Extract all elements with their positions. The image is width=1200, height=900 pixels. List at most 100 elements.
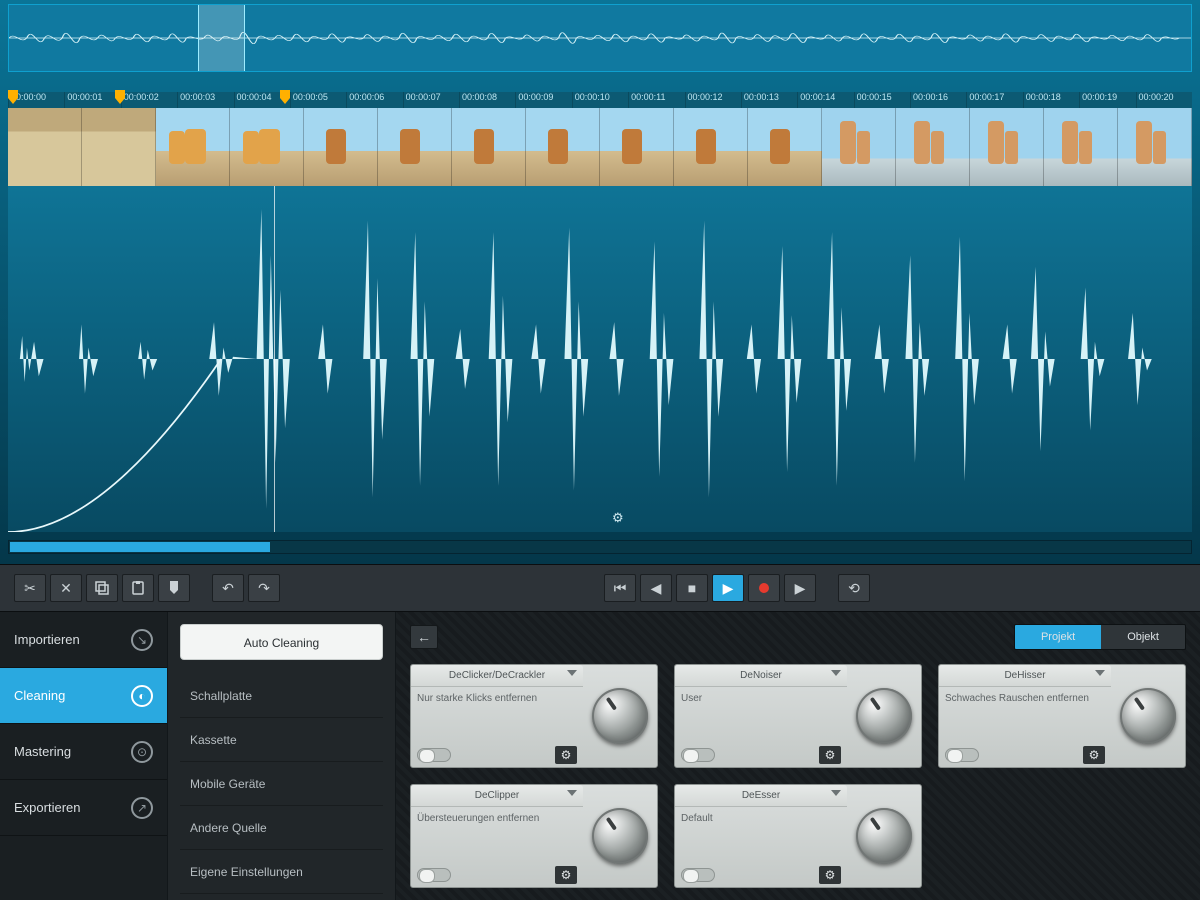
module-knob[interactable] xyxy=(856,808,912,864)
module-knob[interactable] xyxy=(592,688,648,744)
module-title-dropdown[interactable]: DeNoiser xyxy=(675,665,847,687)
module-knob[interactable] xyxy=(856,688,912,744)
play-button[interactable]: ▶ xyxy=(712,574,744,602)
import-icon: ↘ xyxy=(131,629,153,651)
video-thumb xyxy=(82,108,156,186)
overview-waveform[interactable] xyxy=(8,4,1192,72)
preset-andere-quelle[interactable]: Andere Quelle xyxy=(180,806,383,850)
video-thumbnail-track[interactable] xyxy=(8,108,1192,186)
module-enable-toggle[interactable] xyxy=(681,748,715,762)
copy-button[interactable] xyxy=(86,574,118,602)
tab-objekt[interactable]: Objekt xyxy=(1101,625,1185,649)
sidebar-item-label: Importieren xyxy=(14,632,80,647)
clean-icon: ◐ xyxy=(131,685,153,707)
module-title-dropdown[interactable]: DeClicker/DeCrackler xyxy=(411,665,583,687)
sidebar-item-import[interactable]: Importieren ↘ xyxy=(0,612,167,668)
marker-button[interactable] xyxy=(158,574,190,602)
module-preset-label: User xyxy=(681,687,841,745)
overview-selection[interactable] xyxy=(198,5,245,71)
preset-eigene-einstellungen[interactable]: Eigene Einstellungen xyxy=(180,850,383,894)
module-enable-toggle[interactable] xyxy=(417,748,451,762)
playhead-cursor[interactable] xyxy=(274,186,275,532)
module-title-dropdown[interactable]: DeHisser xyxy=(939,665,1111,687)
module-preset-label: Default xyxy=(681,807,841,865)
chevron-down-icon xyxy=(831,670,841,676)
ruler-tick: 00:00:07 xyxy=(403,92,459,108)
sidebar-item-label: Exportieren xyxy=(14,800,80,815)
ruler-tick: 00:00:09 xyxy=(515,92,571,108)
step-forward-button[interactable]: ▶ xyxy=(784,574,816,602)
step-back-button[interactable]: ◀ xyxy=(640,574,672,602)
module-enable-toggle[interactable] xyxy=(417,868,451,882)
module-settings-button[interactable]: ⚙ xyxy=(555,866,577,884)
cleaning-presets: Auto Cleaning Schallplatte Kassette Mobi… xyxy=(168,612,396,900)
video-thumb xyxy=(304,108,378,186)
scroll-thumb[interactable] xyxy=(10,542,270,552)
prev-marker-button[interactable]: ⏮ xyxy=(604,574,636,602)
loop-button[interactable]: ⟲ xyxy=(838,574,870,602)
preset-schallplatte[interactable]: Schallplatte xyxy=(180,674,383,718)
master-icon: ⊙ xyxy=(131,741,153,763)
main-toolbar: ✂ ✕ ↶ ↷ ⏮ ◀ ■ ▶ ▶ ⟲ xyxy=(0,564,1200,612)
video-thumb xyxy=(452,108,526,186)
module-title: DeClicker/DeCrackler xyxy=(449,670,545,681)
ruler-tick: 00:00:16 xyxy=(910,92,966,108)
editor-area: 00:00:00 00:00:01 00:00:02 00:00:03 00:0… xyxy=(0,0,1200,564)
ruler-tick: 00:00:08 xyxy=(459,92,515,108)
video-thumb xyxy=(378,108,452,186)
video-thumb xyxy=(674,108,748,186)
module-title: DeEsser xyxy=(742,790,780,801)
time-ruler[interactable]: 00:00:00 00:00:01 00:00:02 00:00:03 00:0… xyxy=(8,92,1192,108)
module-knob[interactable] xyxy=(592,808,648,864)
module-settings-button[interactable]: ⚙ xyxy=(1083,746,1105,764)
module-settings-button[interactable]: ⚙ xyxy=(555,746,577,764)
chevron-down-icon xyxy=(831,790,841,796)
delete-button[interactable]: ✕ xyxy=(50,574,82,602)
ruler-tick: 00:00:02 xyxy=(121,92,177,108)
horizontal-scrollbar[interactable] xyxy=(8,540,1192,554)
tab-projekt[interactable]: Projekt xyxy=(1015,625,1101,649)
video-thumb xyxy=(526,108,600,186)
ruler-tick: 00:00:05 xyxy=(290,92,346,108)
ruler-tick: 00:00:01 xyxy=(64,92,120,108)
gear-icon[interactable]: ⚙ xyxy=(612,510,624,526)
ruler-tick: 00:00:03 xyxy=(177,92,233,108)
module-title-dropdown[interactable]: DeClipper xyxy=(411,785,583,807)
auto-cleaning-button[interactable]: Auto Cleaning xyxy=(180,624,383,660)
preset-mobile-geraete[interactable]: Mobile Geräte xyxy=(180,762,383,806)
module-declipper: DeClipper Übersteuerungen entfernen ⚙ xyxy=(410,784,658,888)
module-title: DeNoiser xyxy=(740,670,782,681)
main-waveform[interactable]: ⚙ xyxy=(8,186,1192,532)
sidebar-item-export[interactable]: Exportieren ↗ xyxy=(0,780,167,836)
sidebar-item-cleaning[interactable]: Cleaning ◐ xyxy=(0,668,167,724)
module-settings-button[interactable]: ⚙ xyxy=(819,746,841,764)
sidebar-item-label: Cleaning xyxy=(14,688,65,703)
module-preset-label: Übersteuerungen entfernen xyxy=(417,807,577,865)
video-thumb xyxy=(156,108,230,186)
cut-button[interactable]: ✂ xyxy=(14,574,46,602)
module-knob[interactable] xyxy=(1120,688,1176,744)
module-settings-button[interactable]: ⚙ xyxy=(819,866,841,884)
module-enable-toggle[interactable] xyxy=(681,868,715,882)
back-button[interactable]: ← xyxy=(410,625,438,649)
video-thumb xyxy=(1118,108,1192,186)
workflow-sidebar: Importieren ↘ Cleaning ◐ Mastering ⊙ Exp… xyxy=(0,612,168,900)
module-empty-slot xyxy=(938,784,1186,888)
sidebar-item-mastering[interactable]: Mastering ⊙ xyxy=(0,724,167,780)
preset-kassette[interactable]: Kassette xyxy=(180,718,383,762)
module-title-dropdown[interactable]: DeEsser xyxy=(675,785,847,807)
record-button[interactable] xyxy=(748,574,780,602)
ruler-tick: 00:00:17 xyxy=(966,92,1022,108)
module-enable-toggle[interactable] xyxy=(945,748,979,762)
ruler-tick: 00:00:20 xyxy=(1136,92,1192,108)
redo-button[interactable]: ↷ xyxy=(248,574,280,602)
module-declicker: DeClicker/DeCrackler Nur starke Klicks e… xyxy=(410,664,658,768)
module-preset-label: Schwaches Rauschen entfernen xyxy=(945,687,1105,745)
stop-button[interactable]: ■ xyxy=(676,574,708,602)
paste-button[interactable] xyxy=(122,574,154,602)
ruler-tick: 00:00:11 xyxy=(628,92,684,108)
ruler-tick: 00:00:10 xyxy=(572,92,628,108)
chevron-down-icon xyxy=(567,670,577,676)
lower-panel: Importieren ↘ Cleaning ◐ Mastering ⊙ Exp… xyxy=(0,612,1200,900)
undo-button[interactable]: ↶ xyxy=(212,574,244,602)
